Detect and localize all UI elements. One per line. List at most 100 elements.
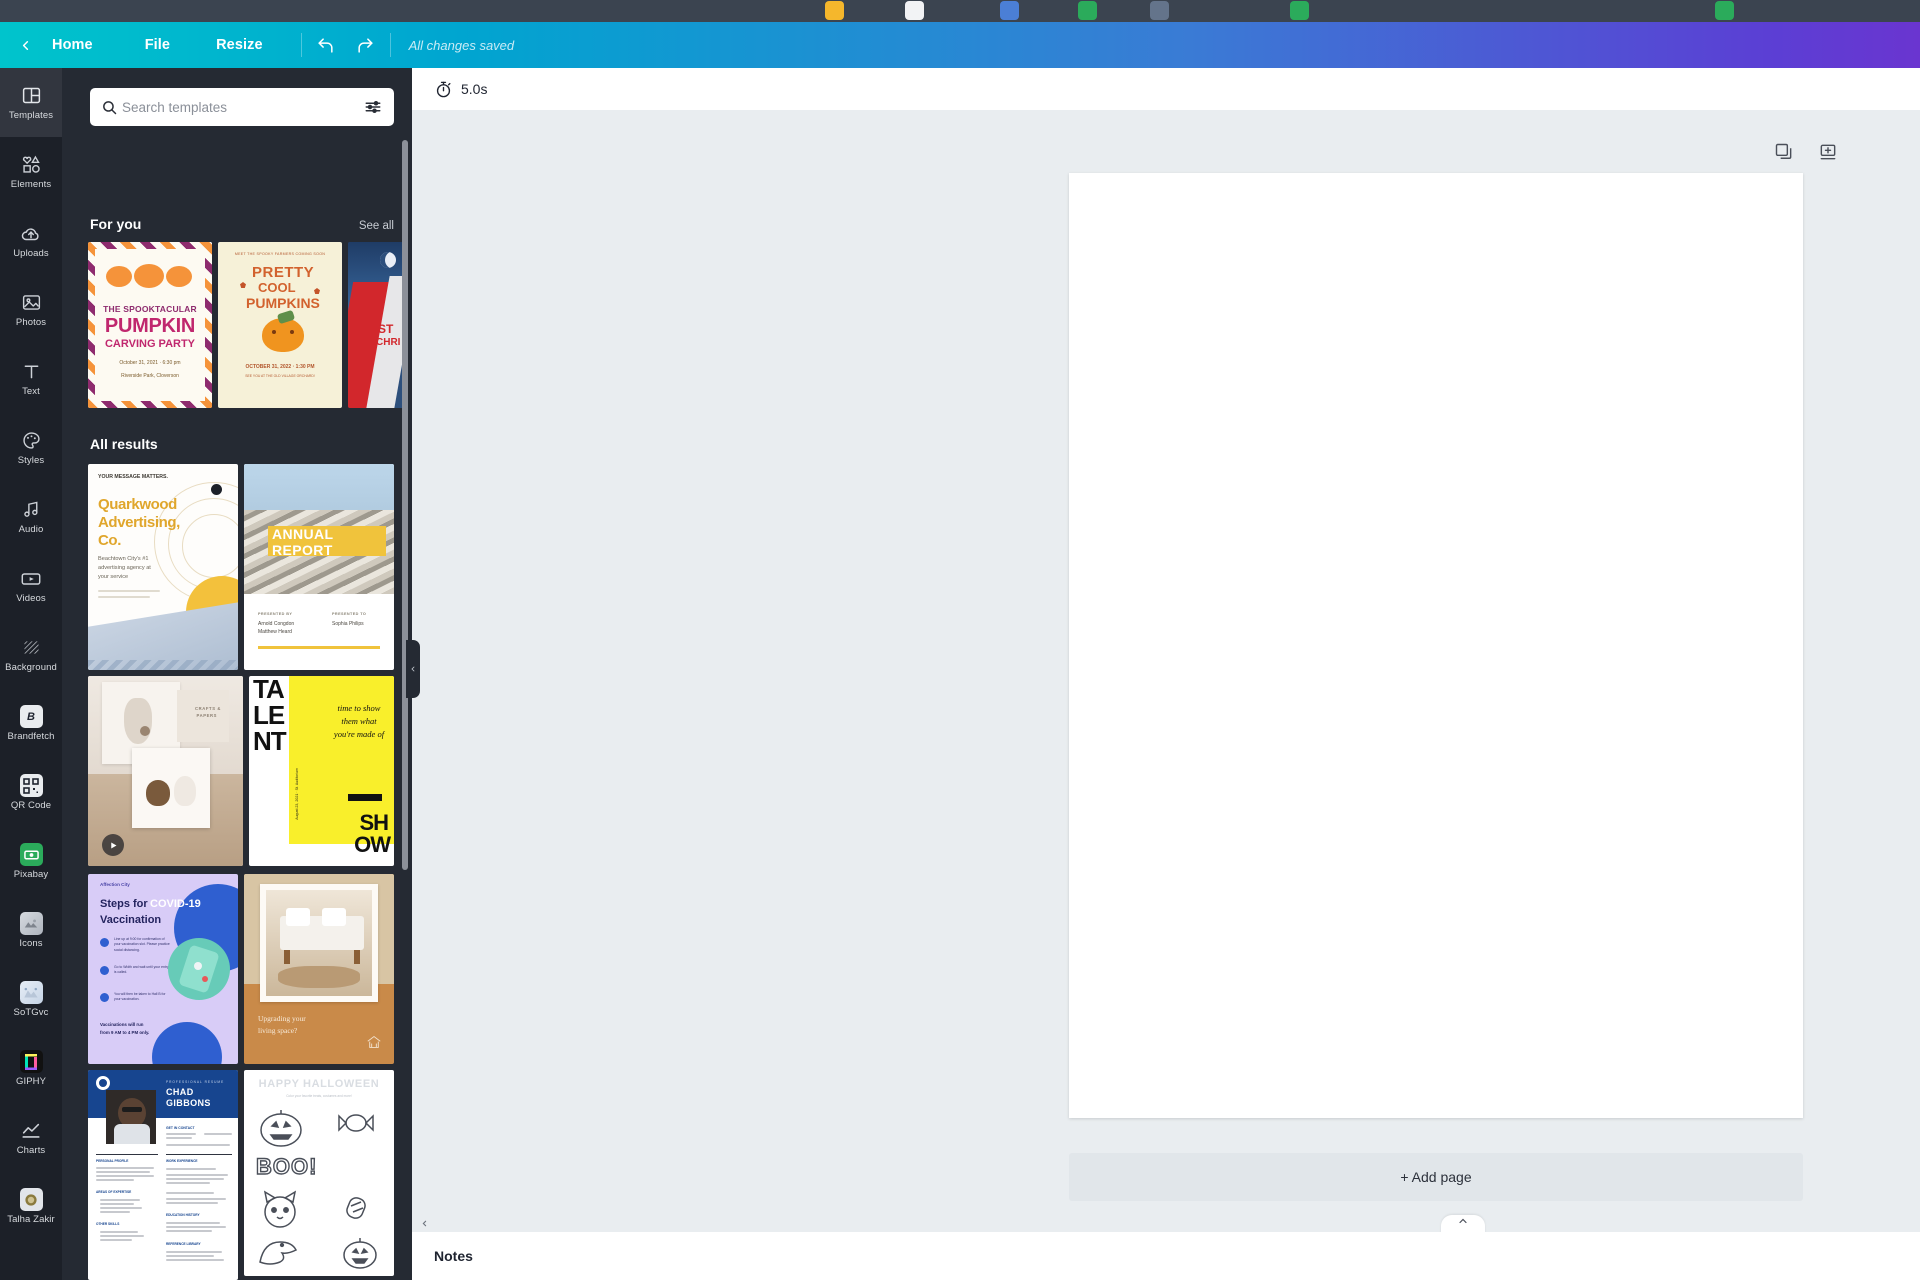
panel-scrollbar[interactable] xyxy=(402,140,408,870)
templates-icon xyxy=(20,84,43,107)
bottom-left-chevron-icon[interactable] xyxy=(420,1218,429,1231)
template-caption-step3: You will then be taken to Hall B for you… xyxy=(114,992,166,1002)
app-icon-green-2[interactable] xyxy=(1290,1,1309,20)
template-caption-date: October 31, 2021 · 6:30 pm xyxy=(119,360,181,366)
template-card-annual-report[interactable]: ANNUAL REPORT PRESENTED BY Arnold Congdo… xyxy=(244,464,394,670)
background-hatch-icon xyxy=(20,636,43,659)
rail-item-uploads[interactable]: Uploads xyxy=(0,206,62,275)
template-card-crafts-and-papers[interactable]: CRAFTS & PAPERS xyxy=(88,676,243,866)
rail-item-styles[interactable]: Styles xyxy=(0,413,62,482)
template-caption-line3: PUMPKINS xyxy=(246,295,320,311)
left-tool-rail: Templates Elements Uploads Photos Text S… xyxy=(0,68,62,1280)
home-menu-item[interactable]: Home xyxy=(38,30,107,60)
for-you-section-header: For you See all xyxy=(90,216,394,232)
template-caption-section1: GET IN CONTACT xyxy=(166,1126,195,1130)
redo-icon[interactable] xyxy=(350,30,382,60)
rail-item-pixabay[interactable]: Pixabay xyxy=(0,827,62,896)
template-card-talent-show[interactable]: TA LE NT time to show them what you're m… xyxy=(249,676,394,866)
template-caption-label-right: PRESENTED TO xyxy=(332,612,367,616)
rail-item-audio[interactable]: Audio xyxy=(0,482,62,551)
template-caption-label-left: PRESENTED BY xyxy=(258,612,293,616)
video-icon xyxy=(20,567,43,590)
template-caption-title1: Steps for xyxy=(100,898,148,910)
home-icon xyxy=(366,1035,382,1054)
template-card-pretty-cool-pumpkins[interactable]: MEET THE SPOOKY FARMERS COMING SOON PRET… xyxy=(218,242,342,408)
rail-item-background[interactable]: Background xyxy=(0,620,62,689)
template-caption-section7: REFERENCE LIBRARY xyxy=(166,1242,201,1246)
upload-cloud-icon xyxy=(20,222,43,245)
back-button[interactable] xyxy=(12,32,38,58)
giphy-app-icon xyxy=(19,1050,43,1074)
rail-item-brandfetch[interactable]: B Brandfetch xyxy=(0,689,62,758)
app-icon-blue[interactable] xyxy=(1000,1,1019,20)
design-canvas-page[interactable] xyxy=(1069,173,1803,1118)
app-icon-steel[interactable] xyxy=(1150,1,1169,20)
template-card-happy-halloween-coloring[interactable]: HAPPY HALLOWEEN Color your favorite trea… xyxy=(244,1070,394,1276)
canvas-page-tools xyxy=(1774,142,1840,164)
timer-value: 5.0s xyxy=(461,81,488,97)
template-caption-footer2: OW xyxy=(354,832,391,857)
search-input[interactable] xyxy=(118,99,364,115)
rail-item-photos[interactable]: Photos xyxy=(0,275,62,344)
template-caption-value-right: Sophia Philips xyxy=(332,621,364,627)
notes-bar[interactable]: Notes xyxy=(412,1232,1920,1280)
undo-icon[interactable] xyxy=(310,30,342,60)
icons-app-icon xyxy=(19,912,43,936)
rail-label-styles: Styles xyxy=(17,455,45,467)
template-card-st-christmas[interactable]: ST CHRI xyxy=(348,242,408,408)
music-note-icon xyxy=(20,498,43,521)
template-caption-line2: LE xyxy=(253,700,285,730)
template-caption-heading1: Quarkwood xyxy=(98,496,177,513)
rail-item-videos[interactable]: Videos xyxy=(0,551,62,620)
rail-item-icons[interactable]: Icons xyxy=(0,896,62,965)
toolbar-divider-1 xyxy=(300,33,302,57)
rail-item-qr-code[interactable]: QR Code xyxy=(0,758,62,827)
app-icon-yellow[interactable] xyxy=(825,1,844,20)
template-caption-kicker: THE SPOOKTACULAR xyxy=(103,304,197,314)
resize-menu-item[interactable]: Resize xyxy=(202,30,277,60)
template-card-upgrading-living-space[interactable]: Upgrading your living space? xyxy=(244,874,394,1064)
rail-label-background: Background xyxy=(5,662,57,674)
template-caption-script: time to show them what you're made of xyxy=(333,703,385,740)
rail-item-sotgvc[interactable]: SoTGvc xyxy=(0,965,62,1034)
pixabay-app-icon xyxy=(19,843,43,867)
rail-label-photos: Photos xyxy=(15,317,47,329)
template-caption-line2: COOL xyxy=(258,280,296,295)
template-caption-date: OCTOBER 31, 2022 · 1:30 PM xyxy=(245,364,315,370)
template-caption-word-art: BOO! xyxy=(255,1153,318,1179)
rail-label-elements: Elements xyxy=(10,179,52,191)
search-bar[interactable] xyxy=(90,88,394,126)
template-card-spooktacular-pumpkin[interactable]: THE SPOOKTACULAR PUMPKIN CARVING PARTY O… xyxy=(88,242,212,408)
template-caption-line1: ST xyxy=(378,322,394,336)
play-badge-icon[interactable] xyxy=(102,834,124,856)
template-caption-title-highlight: COVID-19 xyxy=(150,898,201,910)
rail-item-giphy[interactable]: GIPHY xyxy=(0,1034,62,1103)
rail-item-talha-zakir[interactable]: Talha Zakir xyxy=(0,1172,62,1241)
app-icon-green-1[interactable] xyxy=(1078,1,1097,20)
rail-item-elements[interactable]: Elements xyxy=(0,137,62,206)
rail-label-qr-code: QR Code xyxy=(10,800,52,812)
template-caption-subtitle: CARVING PARTY xyxy=(104,338,196,350)
template-card-quarkwood-advertising[interactable]: YOUR MESSAGE MATTERS. Quarkwood Advertis… xyxy=(88,464,238,670)
template-card-covid-vaccination[interactable]: Affection City Steps for COVID-19 Vaccin… xyxy=(88,874,238,1064)
template-caption-section3: AREAS OF EXPERTISE xyxy=(96,1190,132,1194)
add-page-button[interactable]: + Add page xyxy=(1069,1153,1803,1201)
app-icon-green-3[interactable] xyxy=(1715,1,1734,20)
user-avatar-app-icon xyxy=(19,1188,43,1212)
rail-item-text[interactable]: Text xyxy=(0,344,62,413)
template-card-chad-gibbons-resume[interactable]: PROFESSIONAL RESUME CHAD GIBBONS GET IN … xyxy=(88,1070,238,1280)
panel-collapse-handle[interactable] xyxy=(406,640,420,698)
rail-label-icons: Icons xyxy=(19,938,43,950)
template-caption-footnote1: Vaccinations will run xyxy=(100,1022,144,1027)
rail-item-templates[interactable]: Templates xyxy=(0,68,62,137)
rail-label-talha-zakir: Talha Zakir xyxy=(7,1214,55,1226)
template-caption-title: PUMPKIN xyxy=(104,315,196,337)
for-you-see-all-link[interactable]: See all xyxy=(359,220,394,232)
filter-sliders-icon[interactable] xyxy=(364,98,382,116)
duplicate-page-icon[interactable] xyxy=(1774,142,1796,164)
app-icon-white[interactable] xyxy=(905,1,924,20)
file-menu-item[interactable]: File xyxy=(131,30,184,60)
template-caption-line1: CRAFTS & xyxy=(195,706,221,711)
add-page-icon[interactable] xyxy=(1818,142,1840,164)
rail-item-charts[interactable]: Charts xyxy=(0,1103,62,1172)
